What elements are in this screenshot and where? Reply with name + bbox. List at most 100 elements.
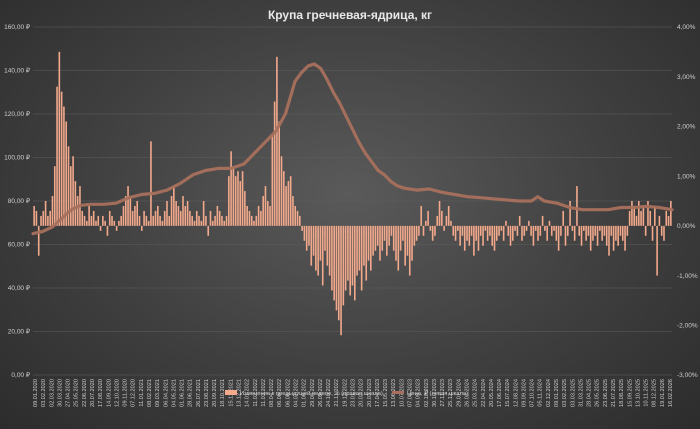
- bar: [399, 225, 402, 251]
- bar: [615, 225, 617, 241]
- bar: [631, 201, 633, 226]
- bar: [315, 225, 317, 271]
- bar: [612, 225, 615, 251]
- bar: [262, 196, 264, 226]
- bar: [514, 225, 516, 231]
- x-tick-label: 22.06.2020: [82, 379, 88, 407]
- bar: [647, 201, 649, 226]
- bar: [257, 205, 260, 226]
- bar: [347, 225, 349, 281]
- bar: [230, 151, 232, 226]
- bar: [136, 201, 139, 226]
- bar: [422, 225, 425, 236]
- bar: [594, 225, 597, 236]
- x-tick-label: 09.01.2025: [554, 379, 560, 407]
- bar: [326, 225, 329, 266]
- bar: [397, 225, 400, 271]
- bar: [296, 210, 299, 226]
- bar: [353, 225, 356, 301]
- bar: [560, 225, 562, 236]
- bar: [408, 225, 411, 276]
- x-tick-label: 14.09.2020: [106, 379, 112, 407]
- bar: [576, 186, 578, 226]
- x-tick-label: 02.12.2024: [546, 379, 552, 407]
- bar: [564, 225, 567, 246]
- bar: [202, 201, 205, 226]
- bar: [118, 220, 120, 226]
- bar: [166, 201, 168, 226]
- bar: [599, 225, 601, 231]
- y-right-tick-label: -1,00%: [677, 273, 698, 280]
- x-tick-label: 23.06.2025: [603, 379, 609, 407]
- bar: [232, 166, 235, 226]
- x-tick-label: 06.04.2021: [163, 379, 169, 407]
- bar: [349, 225, 352, 296]
- bar: [486, 225, 489, 241]
- bar: [221, 215, 223, 226]
- bar: [459, 225, 461, 246]
- x-tick-label: 09.01.2020: [33, 379, 39, 407]
- bar: [555, 225, 558, 241]
- bar: [287, 181, 290, 226]
- x-tick-label: 25.05.2020: [74, 379, 80, 407]
- bar: [260, 210, 262, 226]
- bar: [596, 225, 599, 246]
- bar: [370, 225, 372, 271]
- y-axis-left: 0,00 ₽ 20,00 ₽ 40,00 ₽ 60,00 ₽ 80,00 ₽ 100,00…: [4, 23, 31, 379]
- bar: [328, 225, 331, 276]
- bar: [305, 225, 308, 251]
- bar: [528, 220, 530, 226]
- bar: [454, 225, 457, 241]
- bar: [83, 215, 86, 226]
- bar: [140, 225, 143, 231]
- x-tick-label: 20.07.2020: [90, 379, 96, 407]
- bar: [537, 225, 539, 241]
- x-tick-label: 21.07.2025: [611, 379, 617, 407]
- bar: [475, 225, 477, 241]
- bar: [312, 225, 315, 256]
- x-tick-label: 12.08.2024: [513, 379, 519, 407]
- bar: [310, 225, 313, 266]
- bar: [388, 225, 390, 246]
- bar: [90, 215, 93, 226]
- bar: [150, 141, 152, 226]
- bar: [670, 201, 672, 226]
- bar: [628, 210, 631, 226]
- bar: [152, 215, 155, 226]
- bar: [516, 225, 519, 236]
- bar: [273, 101, 276, 226]
- bar: [557, 225, 560, 251]
- bar: [179, 210, 182, 226]
- x-tick-label: 03.02.2025: [562, 379, 568, 407]
- x-tick-label: 27.04.2020: [66, 379, 72, 407]
- bar: [447, 205, 450, 226]
- bar: [49, 210, 51, 226]
- x-tick-label: 18.08.2025: [619, 379, 625, 407]
- bar: [35, 210, 38, 226]
- bar: [665, 210, 668, 226]
- bar: [147, 220, 150, 226]
- bar: [198, 215, 200, 226]
- bar: [145, 215, 148, 226]
- bar: [95, 220, 97, 226]
- bar: [507, 225, 510, 236]
- legend-label-bars: Изменение к предыдущей неделе, % (правая…: [240, 390, 383, 397]
- x-tick-label: 08.12.2025: [652, 379, 658, 407]
- bar: [406, 225, 409, 256]
- y-right-tick-label: 3,00%: [677, 74, 696, 81]
- bar: [376, 225, 379, 246]
- bar: [173, 186, 175, 226]
- x-tick-label: 26.05.2025: [595, 379, 601, 407]
- bar: [619, 225, 622, 236]
- y-left-tick-label: 140,00 ₽: [4, 67, 31, 75]
- bar: [644, 225, 647, 236]
- bar: [184, 205, 187, 226]
- bar: [640, 210, 642, 226]
- x-tick-label: 09.09.2024: [522, 379, 528, 407]
- bar: [562, 210, 565, 226]
- bar: [193, 220, 196, 226]
- bar: [163, 210, 166, 226]
- bar: [122, 205, 125, 226]
- bar: [143, 210, 145, 226]
- bar: [654, 205, 656, 226]
